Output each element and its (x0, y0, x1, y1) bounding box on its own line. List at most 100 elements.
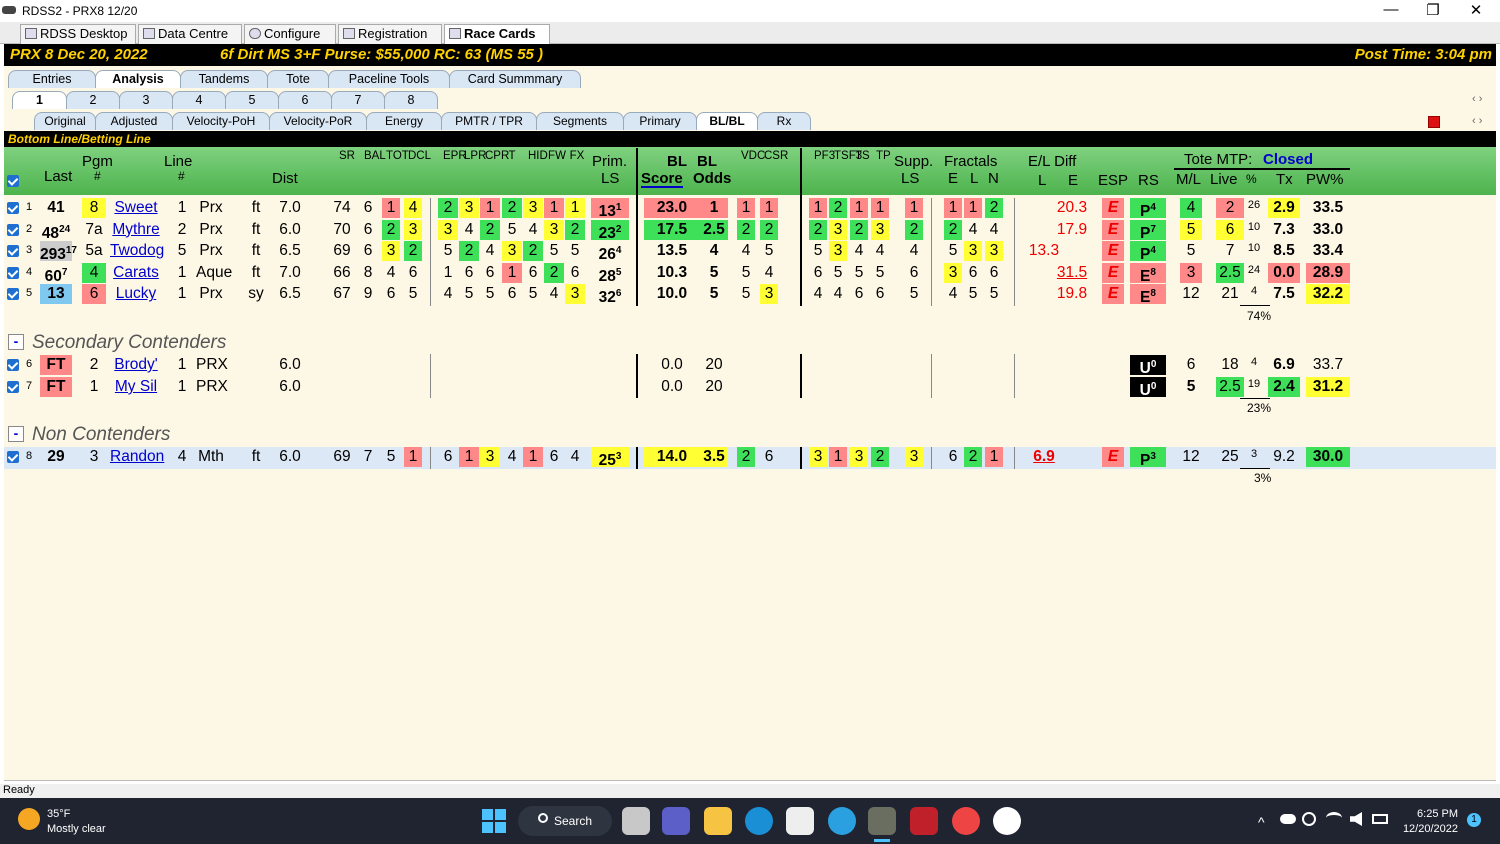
row-number: 4 (26, 265, 33, 278)
teams-chat-icon[interactable] (662, 807, 690, 835)
tab-race-3[interactable]: 3 (119, 91, 173, 109)
sync-icon[interactable] (1302, 812, 1316, 826)
file-explorer-icon[interactable] (704, 807, 732, 835)
tab-energy[interactable]: Energy (366, 112, 442, 130)
row-checkbox[interactable] (7, 266, 19, 279)
cell-name[interactable]: Brody' (110, 355, 162, 375)
cell-pct: 19 (1246, 377, 1262, 397)
help-icon[interactable] (828, 807, 856, 835)
superscript: 4 (1150, 245, 1156, 257)
volume-icon[interactable] (1350, 812, 1362, 826)
weather-desc[interactable]: Mostly clear (47, 823, 106, 835)
tab-pmtr-tpr[interactable]: PMTR / TPR (441, 112, 537, 130)
collapse-secondary-button[interactable]: - (8, 334, 24, 350)
tab-race-6[interactable]: 6 (278, 91, 332, 109)
maximize-button[interactable]: ❐ (1418, 1, 1448, 19)
cell-ml-value: 3 (1186, 263, 1196, 281)
wifi-icon[interactable] (1326, 812, 1342, 824)
cell-p2: 2 (829, 198, 847, 218)
row-checkbox[interactable] (7, 223, 19, 236)
tab-race-cards[interactable]: Race Cards (444, 24, 550, 44)
onedrive-icon[interactable] (1280, 814, 1296, 824)
cell-name[interactable]: Twodog (110, 241, 164, 261)
tab-configure[interactable]: Configure (244, 24, 336, 44)
cell-line-value: 4 (177, 448, 187, 465)
tab-entries[interactable]: Entries (8, 70, 96, 88)
cell-v: 1 (737, 198, 755, 218)
row-checkbox[interactable] (7, 451, 19, 463)
task-view-icon[interactable] (622, 807, 650, 835)
chrome-icon[interactable] (952, 807, 980, 835)
cell-name[interactable]: Sweet (110, 198, 162, 218)
cell-tot: 1 (382, 198, 400, 218)
export-icon[interactable] (1428, 116, 1440, 128)
clock-date[interactable]: 12/20/2022 (1396, 823, 1458, 835)
app-tab-bar: RDSS Desktop Data Centre Configure Regis… (0, 22, 1500, 44)
cell-p3: 4 (850, 241, 868, 261)
tab-registration[interactable]: Registration (338, 24, 442, 44)
tab-segments[interactable]: Segments (536, 112, 624, 130)
clock-time[interactable]: 6:25 PM (1410, 808, 1458, 820)
cell-name[interactable]: Mythre (110, 220, 162, 240)
start-icon[interactable] (482, 809, 506, 833)
row-checkbox[interactable] (7, 202, 19, 214)
battery-icon[interactable] (1372, 814, 1388, 824)
tab-primary[interactable]: Primary (623, 112, 697, 130)
select-all-checkbox[interactable] (7, 175, 19, 187)
cell-sr-value: 66 (333, 263, 351, 281)
tab-adjusted[interactable]: Adjusted (95, 112, 173, 130)
tab-rdss-desktop[interactable]: RDSS Desktop (20, 24, 136, 44)
tab-velocity-poh[interactable]: Velocity-PoH (172, 112, 270, 130)
search-box[interactable]: Search (518, 806, 612, 836)
sub-tabs-scroll-arrows[interactable]: ‹ › (1472, 115, 1482, 127)
notification-badge[interactable]: 1 (1467, 813, 1481, 827)
weather-temp[interactable]: 35°F (47, 808, 70, 820)
cell-c-value: 1 (485, 199, 495, 216)
tab-race-7[interactable]: 7 (331, 91, 385, 109)
cell-name[interactable]: My Sil (110, 377, 162, 397)
cell-fe-value: 3 (948, 263, 958, 281)
tab-paceline-tools[interactable]: Paceline Tools (328, 70, 450, 88)
cell-name[interactable]: Lucky (110, 284, 162, 304)
cell-p1-value: 6 (813, 263, 823, 281)
row-checkbox[interactable] (7, 359, 19, 371)
tab-race-4[interactable]: 4 (172, 91, 226, 109)
cell-tx: 6.9 (1268, 355, 1300, 375)
tab-race-2[interactable]: 2 (66, 91, 120, 109)
cell-pgm: 5a (82, 241, 106, 261)
tab-tote[interactable]: Tote (267, 70, 329, 88)
cell-pct-value: 19 (1247, 378, 1261, 390)
section-non-contenders: Non Contenders (32, 424, 171, 445)
rdss-app-icon[interactable] (868, 807, 896, 835)
store-icon[interactable] (786, 807, 814, 835)
tab-rx[interactable]: Rx (757, 112, 811, 130)
edge-icon[interactable] (745, 807, 773, 835)
collapse-non-button[interactable]: - (8, 426, 24, 442)
row-checkbox[interactable] (7, 288, 19, 301)
cell-v-value: 4 (741, 242, 751, 260)
openai-icon[interactable] (993, 807, 1021, 835)
cell-e-value: 4 (443, 285, 453, 303)
tab-data-centre[interactable]: Data Centre (138, 24, 242, 44)
cell-pct-value: 10 (1247, 242, 1261, 255)
tab-race-1[interactable]: 1 (12, 91, 67, 109)
race-tabs-scroll-arrows[interactable]: ‹ › (1472, 93, 1482, 105)
tab-analysis[interactable]: Analysis (95, 70, 181, 88)
close-button[interactable]: ✕ (1461, 1, 1491, 19)
mcafee-icon[interactable] (910, 807, 938, 835)
tab-race-5[interactable]: 5 (225, 91, 279, 109)
tab-race-8[interactable]: 8 (384, 91, 438, 109)
tab-original[interactable]: Original (34, 112, 96, 130)
tab-velocity-por[interactable]: Velocity-PoR (269, 112, 367, 130)
tab-card-summary[interactable]: Card Summmary (449, 70, 581, 88)
minimize-button[interactable]: — (1376, 1, 1406, 18)
row-checkbox[interactable] (7, 381, 19, 393)
cell-name[interactable]: Carats (110, 263, 162, 283)
tab-tandems[interactable]: Tandems (180, 70, 268, 88)
cell-name[interactable]: Randon (110, 447, 164, 467)
tab-bl-bl[interactable]: BL/BL (696, 112, 758, 130)
show-hidden-icons[interactable]: ^ (1258, 814, 1265, 830)
cell-v: 2 (737, 219, 755, 240)
weather-icon[interactable] (18, 808, 40, 830)
row-checkbox[interactable] (7, 245, 19, 258)
